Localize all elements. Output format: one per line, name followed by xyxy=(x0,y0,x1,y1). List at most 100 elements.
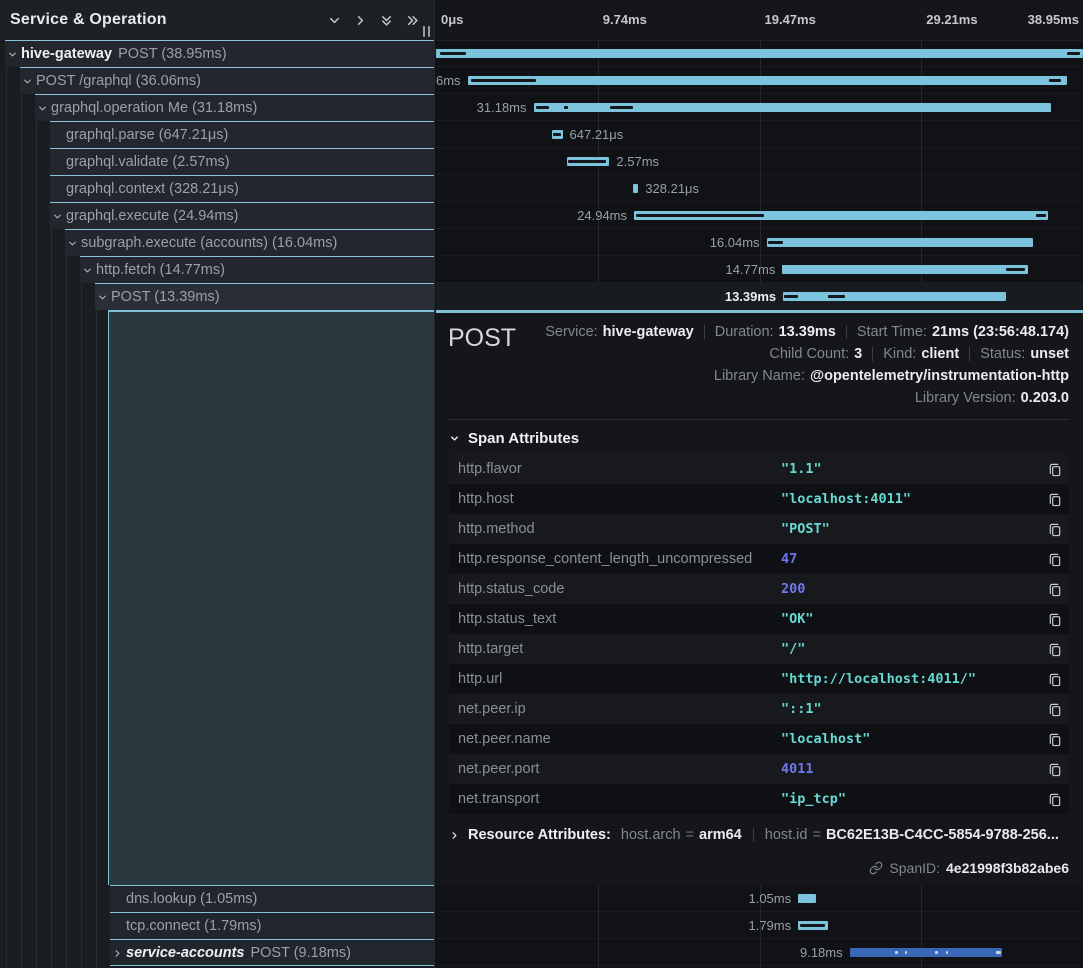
span-bar-row[interactable]: 328.21μs xyxy=(436,175,1083,202)
attribute-row: http.url"http://localhost:4011/" xyxy=(449,664,1069,694)
copy-icon[interactable] xyxy=(1041,672,1069,687)
attribute-row: http.host"localhost:4011" xyxy=(449,484,1069,514)
chevron-right-icon[interactable] xyxy=(347,7,373,33)
attribute-key: http.flavor xyxy=(449,461,781,477)
meta-label: Library Version: xyxy=(915,390,1016,406)
attribute-row: net.peer.port4011 xyxy=(449,754,1069,784)
meta-value: @opentelemetry/instrumentation-http xyxy=(810,368,1069,384)
attribute-value: "localhost" xyxy=(781,731,1041,747)
span-duration-bar[interactable] xyxy=(468,76,1067,85)
span-duration-bar[interactable] xyxy=(782,265,1027,274)
meta-separator xyxy=(704,325,705,339)
meta-label: Service: xyxy=(545,324,597,340)
attribute-value: "::1" xyxy=(781,701,1041,717)
copy-icon[interactable] xyxy=(1041,522,1069,537)
copy-icon[interactable] xyxy=(1041,612,1069,627)
attribute-row: net.peer.ip"::1" xyxy=(449,694,1069,724)
span-duration-bar[interactable] xyxy=(552,130,563,139)
span-duration-bar[interactable] xyxy=(850,948,1002,957)
child-span-mark xyxy=(935,951,938,954)
span-tree-row[interactable]: dns.lookup (1.05ms) xyxy=(110,885,434,912)
child-span-mark xyxy=(440,52,466,55)
child-span-mark xyxy=(636,214,764,217)
copy-icon[interactable] xyxy=(1041,462,1069,477)
collapse-all-icon[interactable] xyxy=(373,7,399,33)
attribute-row: http.flavor"1.1" xyxy=(449,454,1069,484)
child-span-mark xyxy=(784,295,797,298)
span-tree-label: tcp.connect (1.79ms) xyxy=(126,918,261,934)
span-bar-row[interactable]: 13.39ms xyxy=(436,283,1083,310)
column-resizer-handle[interactable] xyxy=(421,24,432,39)
span-duration-bar[interactable] xyxy=(436,49,1083,58)
span-bar-row[interactable]: 1.05ms xyxy=(436,885,1083,912)
span-tree-row[interactable]: graphql.validate (2.57ms) xyxy=(50,148,434,175)
span-tree-row[interactable]: graphql.context (328.21μs) xyxy=(50,175,434,202)
resource-attributes-row[interactable]: Resource Attributes:host.arch=arm64host.… xyxy=(449,827,1070,843)
span-tree-row[interactable]: http.fetch (14.77ms) xyxy=(80,256,434,283)
span-bar-row[interactable]: 38.95ms xyxy=(436,40,1083,67)
span-bar-row[interactable]: 2.57ms xyxy=(436,148,1083,175)
span-tree-row[interactable]: graphql.execute (24.94ms) xyxy=(50,202,434,229)
chevron-down-icon[interactable] xyxy=(82,265,93,276)
copy-icon[interactable] xyxy=(1041,642,1069,657)
copy-icon[interactable] xyxy=(1041,762,1069,777)
span-bar-row[interactable]: 1.79ms xyxy=(436,912,1083,939)
timeline-column: 0μs9.74ms19.47ms29.21ms38.95ms 38.95ms36… xyxy=(436,0,1083,968)
span-tree-row[interactable]: POST /graphql (36.06ms) xyxy=(20,67,434,94)
span-tree-label: subgraph.execute (accounts) (16.04ms) xyxy=(81,235,337,251)
child-span-mark xyxy=(905,951,907,954)
span-bar-row[interactable]: 647.21μs xyxy=(436,121,1083,148)
span-duration-bar[interactable] xyxy=(783,292,1005,301)
child-span-mark xyxy=(536,106,549,109)
link-icon[interactable] xyxy=(869,861,883,875)
span-duration-label: 36.06ms xyxy=(436,67,461,94)
chevron-down-icon[interactable] xyxy=(52,211,63,222)
copy-icon[interactable] xyxy=(1041,492,1069,507)
chevron-down-icon[interactable] xyxy=(67,238,78,249)
span-tree-row[interactable]: graphql.operation Me (31.18ms) xyxy=(35,94,434,121)
resource-value: BC62E13B-C4CC-5854-9788-256... xyxy=(826,827,1059,843)
span-duration-bar[interactable] xyxy=(567,157,610,166)
span-tree-row[interactable]: graphql.parse (647.21μs) xyxy=(50,121,434,148)
ruler-tick-label: 19.47ms xyxy=(765,0,816,40)
span-duration-bar[interactable] xyxy=(634,211,1048,220)
span-bar-row[interactable]: 9.18ms xyxy=(436,939,1083,966)
meta-value: 13.39ms xyxy=(779,324,836,340)
span-tree-row[interactable]: tcp.connect (1.79ms) xyxy=(110,912,434,939)
copy-icon[interactable] xyxy=(1041,792,1069,807)
copy-icon[interactable] xyxy=(1041,582,1069,597)
meta-label: Library Name: xyxy=(714,368,805,384)
span-tree-row[interactable]: POST (13.39ms) xyxy=(95,283,434,310)
span-tree-row[interactable]: hive-gatewayPOST (38.95ms) xyxy=(5,40,434,67)
span-duration-bar[interactable] xyxy=(798,921,828,930)
span-bar-row[interactable]: 36.06ms xyxy=(436,67,1083,94)
span-tree-label: graphql.context (328.21μs) xyxy=(66,181,239,197)
span-duration-bar[interactable] xyxy=(633,184,638,193)
span-bar-row[interactable]: 16.04ms xyxy=(436,229,1083,256)
span-bar-row[interactable]: 24.94ms xyxy=(436,202,1083,229)
copy-icon[interactable] xyxy=(1041,552,1069,567)
span-duration-bar[interactable] xyxy=(767,238,1033,247)
span-duration-bar[interactable] xyxy=(534,103,1052,112)
column-title: Service & Operation xyxy=(10,11,321,29)
span-bar-row[interactable]: 31.18ms xyxy=(436,94,1083,121)
chevron-down-icon[interactable] xyxy=(7,49,18,60)
copy-icon[interactable] xyxy=(1041,702,1069,717)
span-duration-bar[interactable] xyxy=(798,894,815,903)
span-tree-row[interactable]: subgraph.execute (accounts) (16.04ms) xyxy=(65,229,434,256)
copy-icon[interactable] xyxy=(1041,732,1069,747)
chevron-down-icon[interactable] xyxy=(22,76,33,87)
chevron-down-icon[interactable] xyxy=(321,7,347,33)
span-tree-row[interactable]: service-accountsPOST (9.18ms) xyxy=(110,939,434,966)
meta-value: unset xyxy=(1030,346,1069,362)
chevron-down-icon xyxy=(449,433,460,444)
span-duration-label: 31.18ms xyxy=(477,94,527,121)
chevron-right-icon[interactable] xyxy=(112,948,123,959)
span-attributes-toggle[interactable]: Span Attributes xyxy=(449,430,1083,447)
attribute-value: 47 xyxy=(781,551,1041,567)
chevron-down-icon[interactable] xyxy=(37,103,48,114)
span-bar-row[interactable]: 14.77ms xyxy=(436,256,1083,283)
ruler-tick-label: 0μs xyxy=(441,0,463,40)
chevron-down-icon[interactable] xyxy=(97,292,108,303)
meta-separator xyxy=(969,347,970,361)
